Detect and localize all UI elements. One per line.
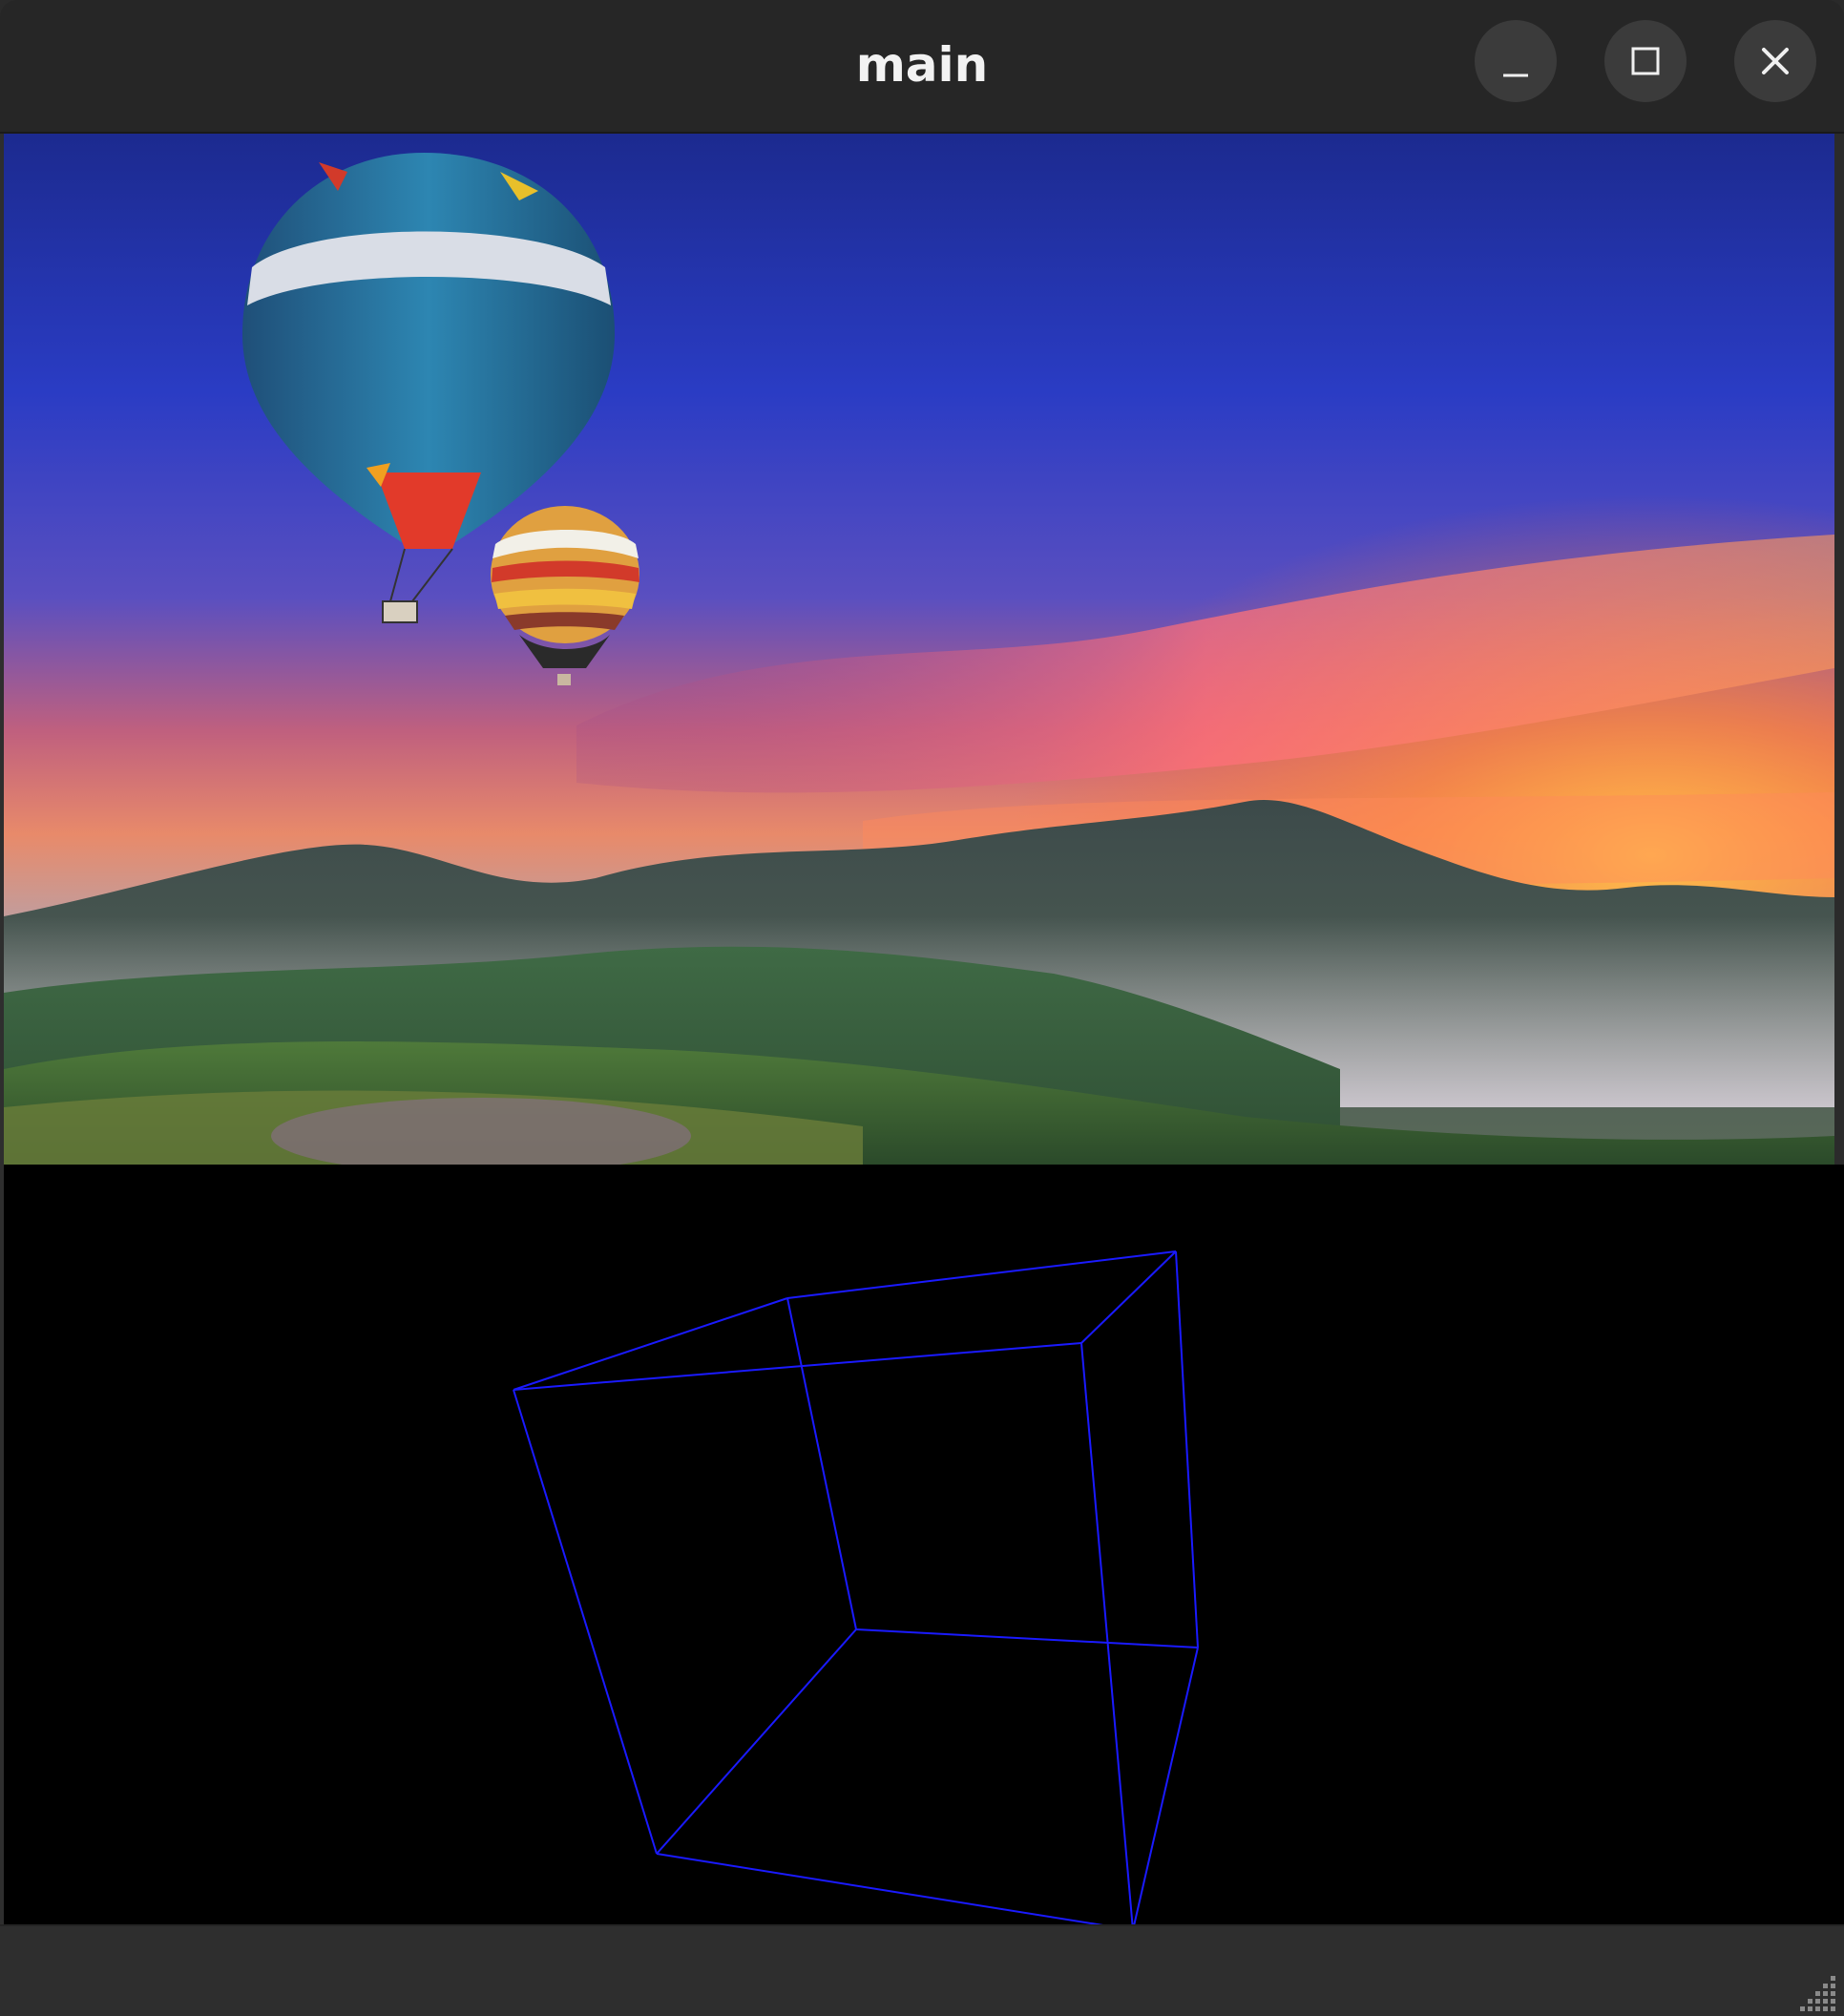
render-canvas[interactable] <box>4 1165 1844 1931</box>
cube-edge-10 <box>1132 1647 1199 1931</box>
maximize-button[interactable] <box>1604 20 1687 102</box>
minimize-button[interactable] <box>1475 20 1557 102</box>
wireframe-cube <box>513 1250 1199 1931</box>
cube-edge-6 <box>1175 1250 1199 1648</box>
cube-edge-11 <box>656 1853 1134 1931</box>
cube-edge-1 <box>513 1297 788 1391</box>
cube-edge-2 <box>786 1250 1177 1299</box>
minimize-icon <box>1503 74 1528 77</box>
close-icon <box>1762 48 1789 74</box>
maximize-icon <box>1631 47 1660 75</box>
title-bar[interactable]: main <box>0 0 1844 134</box>
landscape-image <box>4 134 1834 1165</box>
landscape-photo <box>4 134 1834 1165</box>
cube-edge-8 <box>513 1389 658 1855</box>
status-bar <box>0 1924 1844 2016</box>
close-button[interactable] <box>1734 20 1816 102</box>
cube-edge-5 <box>786 1297 857 1630</box>
cube-edge-7 <box>1080 1342 1134 1931</box>
app-window: main <box>0 0 1844 2016</box>
cube-edge-3 <box>1080 1250 1177 1344</box>
cube-edge-12 <box>656 1628 857 1855</box>
cube-edge-9 <box>855 1628 1199 1648</box>
window-title: main <box>855 37 989 93</box>
resize-grip-icon[interactable] <box>1796 1970 1838 2012</box>
